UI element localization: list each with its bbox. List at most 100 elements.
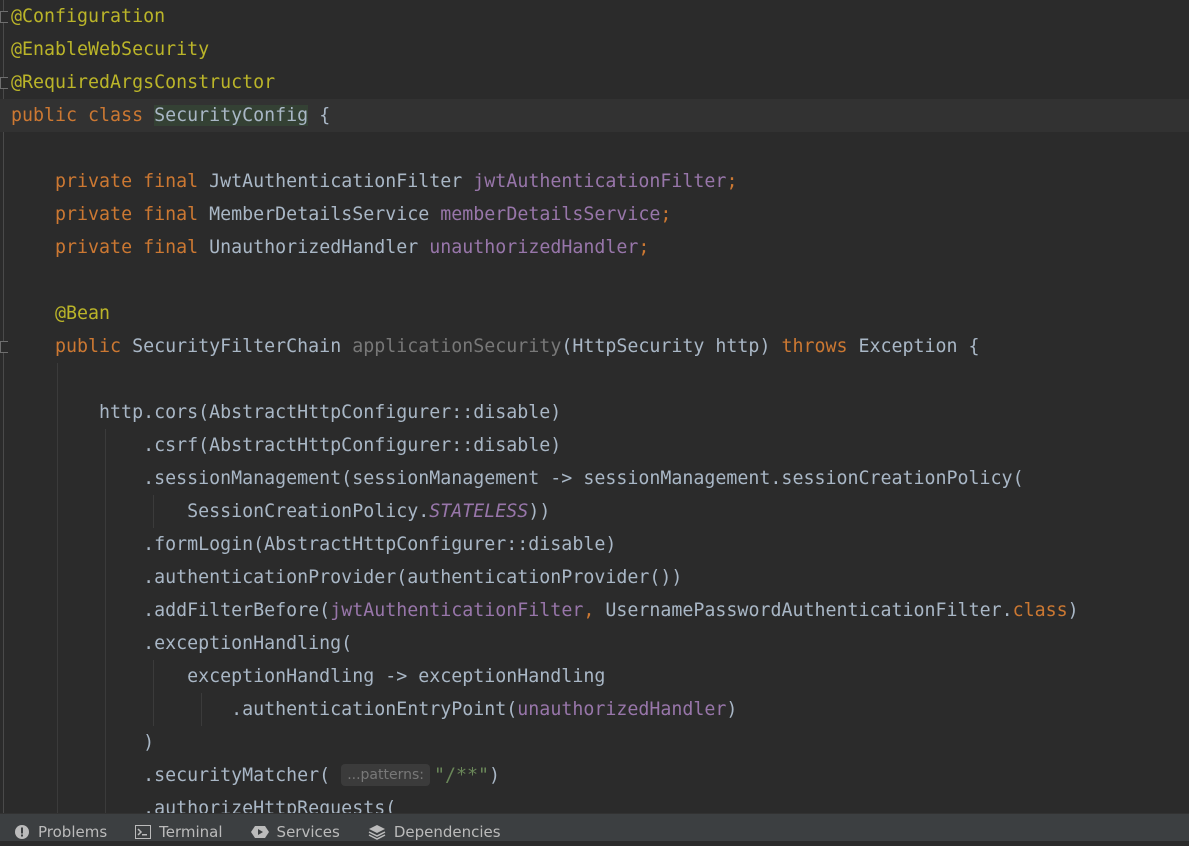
code-line[interactable]: @Configuration — [0, 0, 1189, 33]
code-line[interactable]: @EnableWebSecurity — [0, 33, 1189, 66]
code-line[interactable] — [0, 264, 1189, 297]
code-token: .formLogin(AbstractHttpConfigurer::disab… — [11, 534, 617, 555]
indent-guide — [153, 495, 154, 528]
code-token: jwtAuthenticationFilter — [473, 171, 727, 192]
code-token: )) — [528, 501, 551, 522]
code-line[interactable]: .formLogin(AbstractHttpConfigurer::disab… — [0, 528, 1189, 561]
fold-marker-icon[interactable] — [0, 11, 8, 23]
code-line[interactable]: @Bean — [0, 297, 1189, 330]
code-line[interactable]: .authorizeHttpRequests( — [0, 792, 1189, 813]
indent-guide — [153, 660, 154, 726]
tab-services[interactable]: Services — [237, 818, 354, 846]
code-token: Exception { — [858, 336, 980, 357]
code-token: class — [88, 105, 155, 126]
code-editor[interactable]: @Configuration @EnableWebSecurity @Require… — [0, 0, 1189, 813]
code-token: jwtAuthenticationFilter — [330, 600, 584, 621]
code-token: .authenticationProvider(authenticationPr… — [11, 567, 683, 588]
code-line[interactable]: private final JwtAuthenticationFilter jw… — [0, 165, 1189, 198]
code-token: applicationSecurity — [352, 336, 562, 357]
code-token: private — [55, 171, 144, 192]
code-line[interactable]: ) — [0, 726, 1189, 759]
code-token: http.cors(AbstractHttpConfigurer::disabl… — [11, 402, 562, 423]
code-line[interactable]: .securityMatcher( ...patterns: "/**") — [0, 759, 1189, 792]
code-token: memberDetailsService — [440, 204, 661, 225]
code-line[interactable]: http.cors(AbstractHttpConfigurer::disabl… — [0, 396, 1189, 429]
tab-dependencies[interactable]: Dependencies — [354, 818, 515, 846]
code-token: .exceptionHandling( — [11, 633, 353, 654]
code-token: ) — [489, 765, 501, 786]
code-token: UnauthorizedHandler — [209, 237, 430, 258]
indent-guide — [57, 363, 58, 813]
code-token: .securityMatcher( — [11, 765, 342, 786]
code-line[interactable]: .csrf(AbstractHttpConfigurer::disable) — [0, 429, 1189, 462]
code-line[interactable]: exceptionHandling -> exceptionHandling — [0, 660, 1189, 693]
code-line[interactable]: public SecurityFilterChain applicationSe… — [0, 330, 1189, 363]
tab-terminal-label: Terminal — [159, 823, 223, 841]
code-token: , — [583, 600, 606, 621]
code-line[interactable]: SessionCreationPolicy.STATELESS)) — [0, 495, 1189, 528]
code-line[interactable]: private final MemberDetailsService membe… — [0, 198, 1189, 231]
code-token: final — [143, 171, 210, 192]
code-token: final — [143, 237, 210, 258]
code-token: UsernamePasswordAuthenticationFilter. — [605, 600, 1013, 621]
code-token: @EnableWebSecurity — [11, 39, 210, 60]
code-token: class — [1012, 600, 1068, 621]
code-token: MemberDetailsService — [209, 204, 441, 225]
tab-terminal[interactable]: Terminal — [121, 818, 236, 846]
dependencies-icon — [368, 824, 386, 840]
code-token: @Bean — [55, 303, 111, 324]
code-token: (HttpSecurity http) — [561, 336, 782, 357]
code-token: .authorizeHttpRequests( — [11, 798, 397, 813]
code-token: @Configuration — [11, 6, 166, 27]
code-token: ) — [726, 699, 738, 720]
code-line[interactable]: .sessionManagement(sessionManagement -> … — [0, 462, 1189, 495]
code-token: .addFilterBefore( — [11, 600, 331, 621]
tool-window-bar: Problems Terminal Services Dependencies — [0, 813, 1189, 841]
code-token: .authenticationEntryPoint( — [11, 699, 518, 720]
code-line[interactable]: .authenticationEntryPoint(unauthorizedHa… — [0, 693, 1189, 726]
code-token: unauthorizedHandler — [517, 699, 727, 720]
code-token: public — [55, 336, 133, 357]
code-token: .sessionManagement(sessionManagement -> … — [11, 468, 1024, 489]
problems-icon — [14, 824, 30, 840]
code-token: "/**" — [434, 765, 490, 786]
code-line[interactable]: .authenticationProvider(authenticationPr… — [0, 561, 1189, 594]
code-line[interactable] — [0, 132, 1189, 165]
code-token: private — [55, 237, 144, 258]
code-token: ) — [1067, 600, 1079, 621]
code-line[interactable]: public class SecurityConfig { — [0, 99, 1189, 132]
indent-guide — [105, 429, 106, 813]
code-line[interactable] — [0, 363, 1189, 396]
code-line[interactable]: private final UnauthorizedHandler unauth… — [0, 231, 1189, 264]
code-token: ; — [726, 171, 738, 192]
services-icon — [250, 824, 269, 840]
code-token: final — [143, 204, 210, 225]
code-token: SessionCreationPolicy. — [11, 501, 430, 522]
code-token: ; — [638, 237, 650, 258]
code-line[interactable]: .addFilterBefore(jwtAuthenticationFilter… — [0, 594, 1189, 627]
tab-problems-label: Problems — [38, 823, 108, 841]
code-token: .csrf(AbstractHttpConfigurer::disable) — [11, 435, 562, 456]
code-line[interactable]: .exceptionHandling( — [0, 627, 1189, 660]
code-token: JwtAuthenticationFilter — [209, 171, 474, 192]
code-token: ) — [11, 732, 155, 753]
fold-marker-icon[interactable] — [0, 341, 8, 353]
code-token: SecurityFilterChain — [132, 336, 353, 357]
tab-problems[interactable]: Problems — [0, 818, 121, 846]
code-token: @RequiredArgsConstructor — [11, 72, 276, 93]
code-line[interactable]: @RequiredArgsConstructor — [0, 66, 1189, 99]
code-token: public — [11, 105, 89, 126]
tab-dependencies-label: Dependencies — [393, 823, 501, 841]
code-token: private — [55, 204, 144, 225]
code-token: throws — [781, 336, 859, 357]
tab-services-label: Services — [276, 823, 340, 841]
code-token: SecurityConfig — [154, 105, 309, 126]
fold-marker-icon[interactable] — [0, 77, 8, 89]
parameter-hint: ...patterns: — [341, 764, 430, 786]
indent-guide — [201, 693, 202, 726]
